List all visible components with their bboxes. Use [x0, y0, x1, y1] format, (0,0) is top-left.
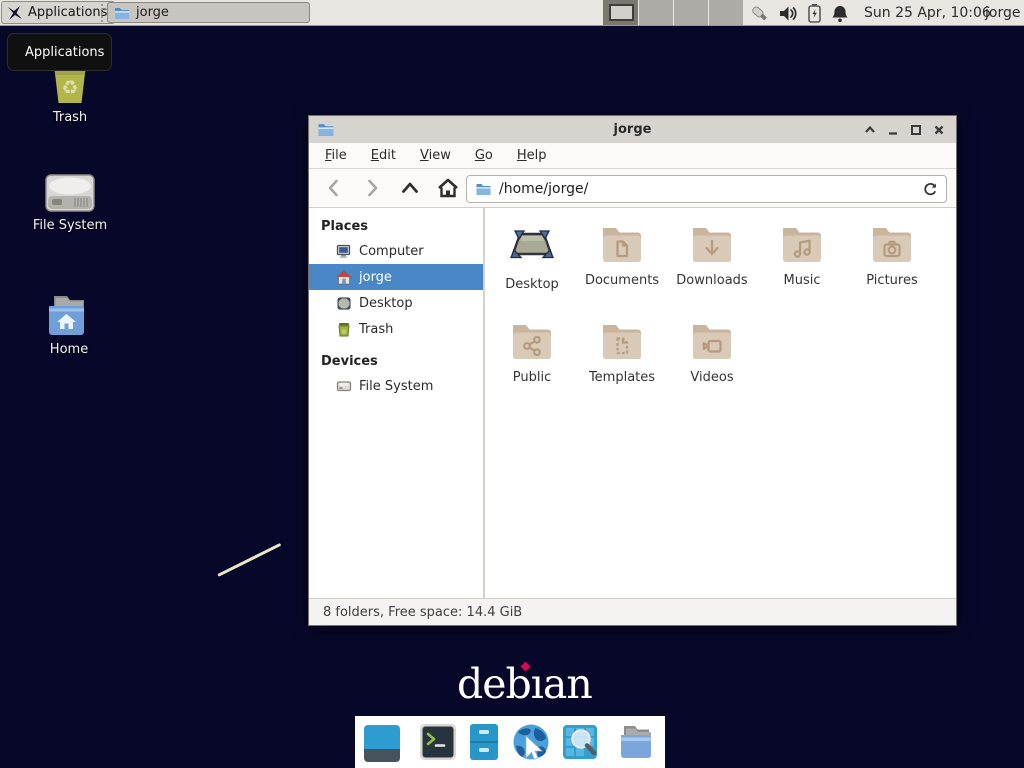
- file-item-music[interactable]: Music: [757, 222, 847, 292]
- window-title: jorge: [309, 122, 956, 137]
- pictures-folder-icon: [868, 222, 916, 266]
- battery-icon[interactable]: [807, 3, 822, 23]
- menu-view[interactable]: View: [420, 148, 451, 163]
- desktop-special-icon: [508, 222, 556, 270]
- desktop-icon-filesystem[interactable]: File System: [28, 172, 112, 233]
- close-button[interactable]: [932, 123, 945, 137]
- toolbar: /home/jorge/: [309, 169, 956, 208]
- menu-file[interactable]: File: [325, 148, 347, 163]
- menu-bar: File Edit View Go Help: [309, 143, 956, 169]
- file-item-videos[interactable]: Videos: [667, 319, 757, 385]
- sidebar-item-filesystem[interactable]: File System: [309, 373, 483, 399]
- xfce-logo-icon: [7, 5, 23, 21]
- workspace-4[interactable]: [708, 0, 743, 25]
- status-bar: 8 folders, Free space: 14.4 GiB: [309, 598, 956, 625]
- file-list-area[interactable]: Desktop Documents: [485, 208, 956, 598]
- file-manager-window: jorge File Edit View Go Help: [308, 115, 957, 626]
- menu-help[interactable]: Help: [517, 148, 547, 163]
- applications-menu-button[interactable]: Applications: [1, 1, 115, 24]
- trash-small-icon: [336, 322, 352, 337]
- workspace-window-thumb: [609, 4, 634, 21]
- file-item-documents[interactable]: Documents: [577, 222, 667, 292]
- maximize-button[interactable]: [909, 123, 922, 137]
- menu-go[interactable]: Go: [475, 148, 493, 163]
- folder-icon: [114, 6, 130, 20]
- file-manager-icon[interactable]: [616, 721, 658, 763]
- path-value: /home/jorge/: [499, 181, 916, 197]
- back-button[interactable]: [319, 173, 349, 203]
- terminal-icon[interactable]: [418, 721, 458, 763]
- computer-icon: [336, 244, 352, 259]
- diagonal-line-artifact: [217, 543, 281, 577]
- path-folder-icon: [475, 182, 492, 196]
- svg-text:♻: ♻: [61, 77, 78, 99]
- sidebar-header-devices: Devices: [309, 349, 483, 373]
- window-titlebar[interactable]: jorge: [309, 116, 956, 143]
- sidebar-header-places: Places: [309, 214, 483, 238]
- file-cabinet-icon[interactable]: [466, 721, 502, 763]
- file-grid-row-1: Desktop Documents: [487, 222, 937, 292]
- public-folder-icon: [508, 319, 556, 363]
- file-item-pictures[interactable]: Pictures: [847, 222, 937, 292]
- home-icon: [336, 270, 352, 285]
- documents-folder-icon: [598, 222, 646, 266]
- file-item-desktop[interactable]: Desktop: [487, 222, 577, 292]
- application-finder-icon[interactable]: [560, 721, 600, 763]
- status-text: 8 folders, Free space: 14.4 GiB: [323, 605, 522, 620]
- desktop-icon-label: File System: [28, 218, 112, 233]
- volume-icon[interactable]: [779, 5, 798, 22]
- file-item-public[interactable]: Public: [487, 319, 577, 385]
- desktop-icon-home[interactable]: Home: [27, 294, 111, 357]
- notifications-bell-icon[interactable]: [831, 4, 849, 23]
- top-panel: Applications jorge: [0, 0, 1024, 26]
- panel-user-menu[interactable]: jorge: [985, 0, 1020, 26]
- sidebar-item-computer[interactable]: Computer: [309, 238, 483, 264]
- sidebar: Places Computer jorge Desktop: [309, 208, 484, 598]
- window-folder-icon: [317, 122, 335, 137]
- menu-edit[interactable]: Edit: [371, 148, 396, 163]
- workspace-1[interactable]: [603, 0, 638, 25]
- desktop-icon: [336, 296, 352, 311]
- reload-icon[interactable]: [923, 182, 938, 197]
- applications-menu-label: Applications: [28, 5, 107, 20]
- taskbar-window-label: jorge: [136, 5, 169, 20]
- workspace-3[interactable]: [673, 0, 708, 25]
- templates-folder-icon: [598, 319, 646, 363]
- downloads-folder-icon: [688, 222, 736, 266]
- taskbar-window-button[interactable]: jorge: [107, 2, 310, 23]
- hard-drive-icon: [43, 172, 97, 214]
- file-item-templates[interactable]: Templates: [577, 319, 667, 385]
- file-grid-row-2: Public Templates: [487, 319, 757, 385]
- desktop-icon-label: Trash: [28, 110, 112, 125]
- workspace-2[interactable]: [638, 0, 673, 25]
- desktop-icon-label: Home: [27, 342, 111, 357]
- file-item-downloads[interactable]: Downloads: [667, 222, 757, 292]
- home-button[interactable]: [433, 173, 463, 203]
- tool-icon[interactable]: [749, 3, 770, 23]
- sidebar-item-trash[interactable]: Trash: [309, 316, 483, 342]
- videos-folder-icon: [688, 319, 736, 363]
- panel-clock[interactable]: Sun 25 Apr, 10:06: [864, 0, 991, 26]
- workspace-switcher: [603, 0, 743, 25]
- show-desktop-icon[interactable]: [362, 721, 402, 763]
- music-folder-icon: [778, 222, 826, 266]
- minimize-button[interactable]: [886, 123, 899, 137]
- drive-small-icon: [336, 379, 352, 393]
- debian-logo: debıan: [457, 660, 592, 708]
- dock: [355, 716, 665, 768]
- window-controls: [863, 116, 945, 143]
- home-folder-icon: [43, 294, 95, 338]
- system-tray: [749, 0, 849, 26]
- sidebar-item-jorge[interactable]: jorge: [309, 264, 483, 290]
- web-browser-icon[interactable]: [510, 721, 552, 763]
- sidebar-item-desktop[interactable]: Desktop: [309, 290, 483, 316]
- applications-tooltip: Applications: [7, 33, 112, 71]
- shade-button[interactable]: [863, 123, 876, 137]
- forward-button[interactable]: [357, 173, 387, 203]
- path-input[interactable]: /home/jorge/: [466, 175, 947, 203]
- up-button[interactable]: [395, 173, 425, 203]
